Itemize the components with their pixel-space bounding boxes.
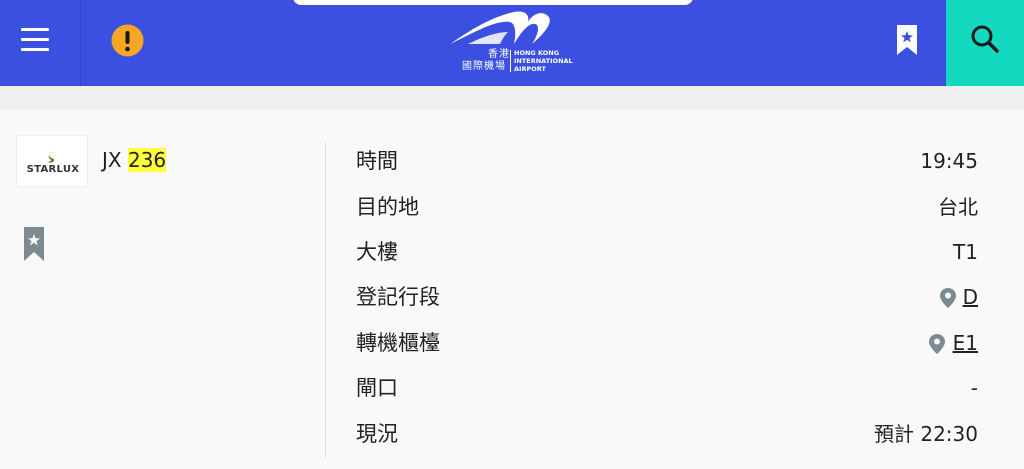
top-app-bar: 香港 國際機場 HONG KONG INTERNATIONAL AIRPORT xyxy=(0,0,1024,86)
alert-icon[interactable] xyxy=(111,24,144,57)
hkia-logo-mark xyxy=(450,11,550,44)
detail-row-destination: 目的地 台北 xyxy=(356,192,978,222)
check-in-aisle-link[interactable]: D xyxy=(963,282,978,312)
flight-number: JX 236 xyxy=(102,147,167,173)
detail-value: 19:45 xyxy=(920,149,978,173)
logo-en-line: INTERNATIONAL xyxy=(514,57,573,65)
location-pin-icon[interactable] xyxy=(929,334,945,354)
detail-label: 閘口 xyxy=(356,376,398,400)
bookmark-icon[interactable] xyxy=(896,24,918,56)
detail-row-status: 現況 預計 22:30 xyxy=(356,419,978,449)
airline-logo-text: STARLUX xyxy=(26,164,80,175)
detail-label: 大樓 xyxy=(356,240,398,264)
logo-zh-bottom: 國際機場 xyxy=(462,61,506,72)
logo-en-line: AIRPORT xyxy=(514,65,546,73)
detail-label: 目的地 xyxy=(356,195,419,219)
bookmark-icon[interactable] xyxy=(23,226,45,262)
header-divider xyxy=(80,0,81,86)
detail-value: T1 xyxy=(953,240,978,264)
logo-zh-top: 香港 xyxy=(488,49,510,60)
column-divider xyxy=(325,142,326,458)
detail-value: 台北 xyxy=(938,195,978,219)
logo-english-text: HONG KONG INTERNATIONAL AIRPORT xyxy=(514,49,573,73)
search-button[interactable] xyxy=(946,0,1024,86)
header-spacer xyxy=(0,86,1024,110)
detail-value: 預計 22:30 xyxy=(874,422,978,446)
detail-label: 轉機櫃檯 xyxy=(356,331,440,355)
logo-en-line: HONG KONG xyxy=(514,49,560,57)
detail-row-gate: 閘口 - xyxy=(356,373,978,403)
search-icon xyxy=(971,25,999,53)
detail-label: 現況 xyxy=(356,422,398,446)
detail-label: 登記行段 xyxy=(356,285,440,309)
menu-button[interactable] xyxy=(0,0,80,86)
flight-number-highlight: 236 xyxy=(127,148,167,172)
airline-code: JX xyxy=(102,148,122,172)
menu-icon-bar xyxy=(21,48,49,51)
transfer-counter-link[interactable]: E1 xyxy=(953,328,978,358)
starlux-mark-icon xyxy=(47,151,56,163)
hkia-logo[interactable]: 香港 國際機場 HONG KONG INTERNATIONAL AIRPORT xyxy=(448,4,580,76)
location-pin-icon[interactable] xyxy=(940,288,956,308)
menu-icon-bar xyxy=(21,28,49,31)
detail-row-check-in-aisle: 登記行段 D xyxy=(356,282,978,312)
menu-icon-bar xyxy=(21,38,49,41)
logo-divider xyxy=(510,50,511,72)
airline-logo: STARLUX xyxy=(16,135,88,187)
detail-row-time: 時間 19:45 xyxy=(356,146,978,176)
detail-row-terminal: 大樓 T1 xyxy=(356,237,978,267)
detail-label: 時間 xyxy=(356,149,398,173)
detail-row-transfer-counter: 轉機櫃檯 E1 xyxy=(356,328,978,358)
flight-card: STARLUX JX 236 時間 19:45 目的地 台北 大樓 T1 登記行… xyxy=(0,110,1024,469)
detail-value: - xyxy=(970,376,978,400)
